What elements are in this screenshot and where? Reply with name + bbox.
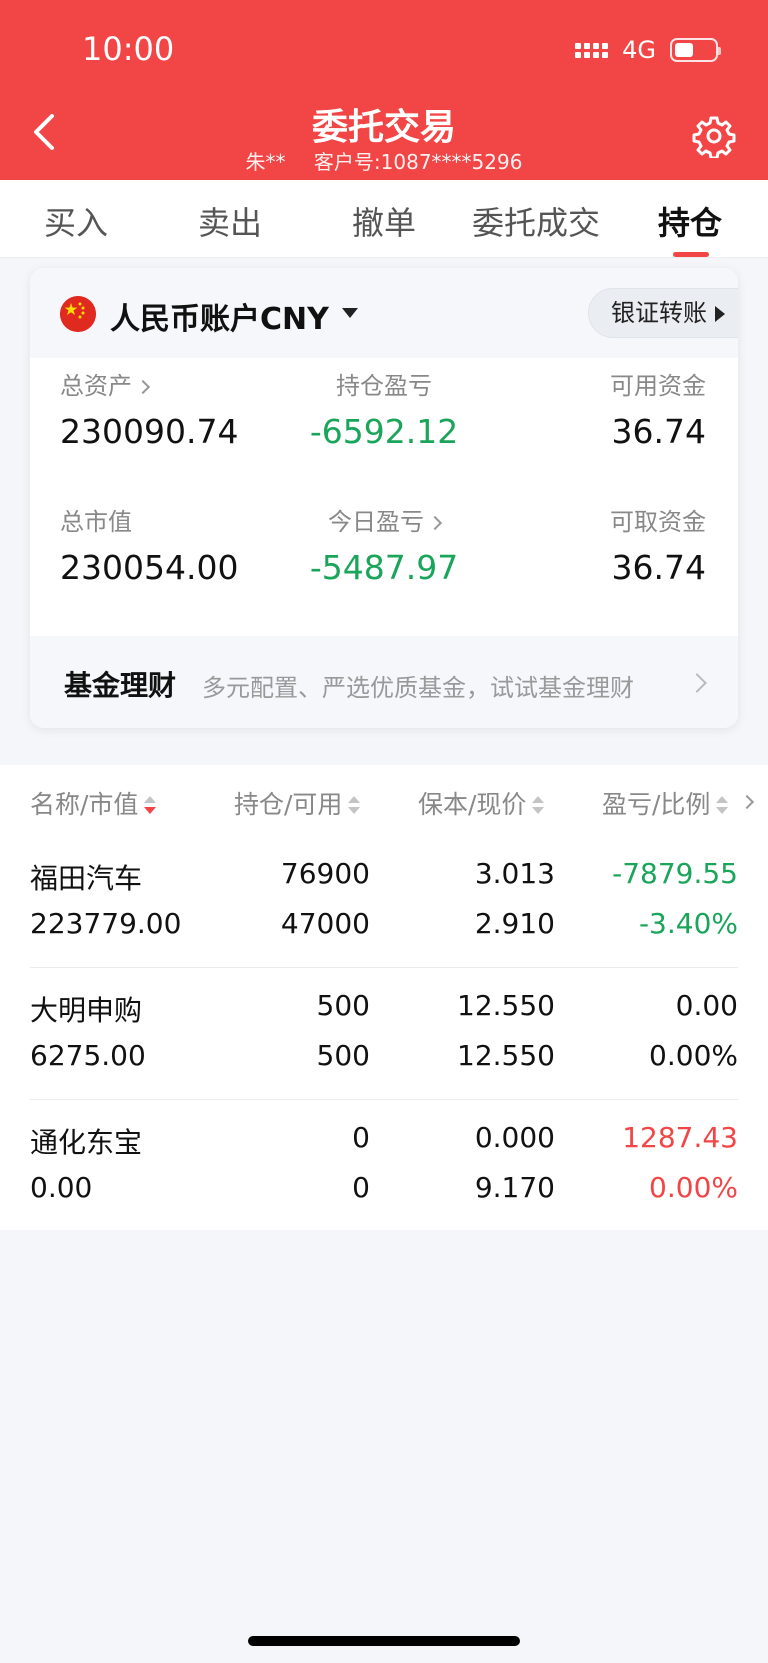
fund-title: 基金理财 [64, 669, 177, 702]
account-selector[interactable]: 人民币账户CNY [110, 294, 329, 338]
stock-available: 500 [316, 1039, 370, 1072]
column-header-position-available[interactable]: 持仓/可用 [234, 785, 361, 821]
row-divider [30, 1099, 738, 1100]
chevron-right-icon [687, 673, 707, 693]
stock-cost: 12.550 [457, 989, 555, 1022]
battery-icon [670, 38, 721, 62]
stock-market-value: 223779.00 [30, 907, 182, 940]
sort-icon [716, 796, 729, 816]
available-funds-value: 36.74 [611, 412, 706, 451]
tab-bar: 买入 卖出 撤单 委托成交 持仓 [0, 180, 768, 258]
stock-pnl-ratio: 0.00% [649, 1039, 738, 1072]
active-tab-indicator [673, 252, 709, 257]
triangle-right-icon [715, 306, 725, 322]
home-indicator[interactable] [248, 1636, 520, 1646]
row-divider [30, 967, 738, 968]
caret-down-icon[interactable] [342, 308, 358, 318]
holdings-table: 名称/市值 持仓/可用 保本/现价 盈亏/比例 福田汽车 223779.00 7… [0, 765, 768, 1230]
bank-transfer-button[interactable]: 银证转账 [588, 288, 738, 338]
stock-price: 12.550 [457, 1039, 555, 1072]
app-header: 10:00 4G 委托交易 朱** 客户号:1087****5296 [0, 0, 768, 180]
fund-promo-row[interactable]: 基金理财 多元配置、严选优质基金，试试基金理财 [30, 636, 738, 728]
withdrawable-funds-value: 36.74 [611, 548, 706, 587]
gear-icon[interactable] [692, 114, 736, 158]
china-flag-icon [60, 296, 96, 332]
customer-id: 客户号:1087****5296 [313, 150, 523, 174]
status-indicators: 4G [575, 36, 721, 64]
stock-market-value: 0.00 [30, 1171, 93, 1204]
sort-icon [532, 796, 545, 816]
stock-pnl: -7879.55 [612, 857, 738, 890]
stock-pnl-ratio: -3.40% [638, 907, 738, 940]
tab-buy[interactable]: 买入 [44, 198, 108, 244]
network-type: 4G [622, 36, 656, 64]
chevron-right-icon[interactable] [739, 794, 755, 810]
account-header: 人民币账户CNY 银证转账 [30, 268, 738, 358]
stock-name: 福田汽车 [30, 862, 143, 895]
stock-pnl: 1287.43 [622, 1121, 738, 1154]
today-pnl-label: 今日盈亏 [328, 508, 424, 536]
tab-sell[interactable]: 卖出 [198, 198, 262, 244]
stock-market-value: 6275.00 [30, 1039, 146, 1072]
column-header-pnl-ratio[interactable]: 盈亏/比例 [602, 785, 729, 821]
tab-positions[interactable]: 持仓 [658, 198, 722, 244]
chevron-right-icon [427, 515, 443, 531]
column-header-cost-price[interactable]: 保本/现价 [418, 785, 545, 821]
column-header-label: 持仓/可用 [234, 790, 343, 819]
column-header-label: 名称/市值 [30, 790, 139, 819]
withdrawable-funds-label: 可取资金 [610, 508, 706, 536]
sort-icon [144, 796, 157, 816]
stock-name: 通化东宝 [30, 1126, 143, 1159]
stock-available: 0 [352, 1171, 370, 1204]
column-header-label: 保本/现价 [418, 790, 527, 819]
stock-name: 大明申购 [30, 994, 143, 1027]
stock-price: 9.170 [474, 1171, 555, 1204]
bank-transfer-label: 银证转账 [611, 299, 707, 327]
tab-cancel[interactable]: 撤单 [352, 198, 416, 244]
tab-orders[interactable]: 委托成交 [472, 198, 600, 244]
stock-position: 0 [352, 1121, 370, 1154]
account-subtitle: 朱** 客户号:1087****5296 [0, 146, 768, 175]
user-name: 朱** [245, 150, 286, 174]
stock-pnl: 0.00 [675, 989, 738, 1022]
stock-cost: 3.013 [474, 857, 555, 890]
status-time: 10:00 [82, 30, 175, 68]
account-card: 人民币账户CNY 银证转账 总资产 230090.74 持仓盈亏 -6592.1… [30, 268, 738, 728]
available-funds-label: 可用资金 [610, 372, 706, 400]
stock-position: 76900 [280, 857, 370, 890]
stock-pnl-ratio: 0.00% [649, 1171, 738, 1204]
sort-icon [348, 796, 361, 816]
fund-description: 多元配置、严选优质基金，试试基金理财 [202, 674, 634, 702]
stock-position: 500 [316, 989, 370, 1022]
stock-price: 2.910 [474, 907, 555, 940]
column-header-label: 盈亏/比例 [602, 790, 711, 819]
stock-available: 47000 [280, 907, 370, 940]
page-title: 委托交易 [311, 107, 456, 148]
signal-icon [575, 42, 609, 58]
column-header-name-value[interactable]: 名称/市值 [30, 785, 157, 821]
stock-cost: 0.000 [474, 1121, 555, 1154]
